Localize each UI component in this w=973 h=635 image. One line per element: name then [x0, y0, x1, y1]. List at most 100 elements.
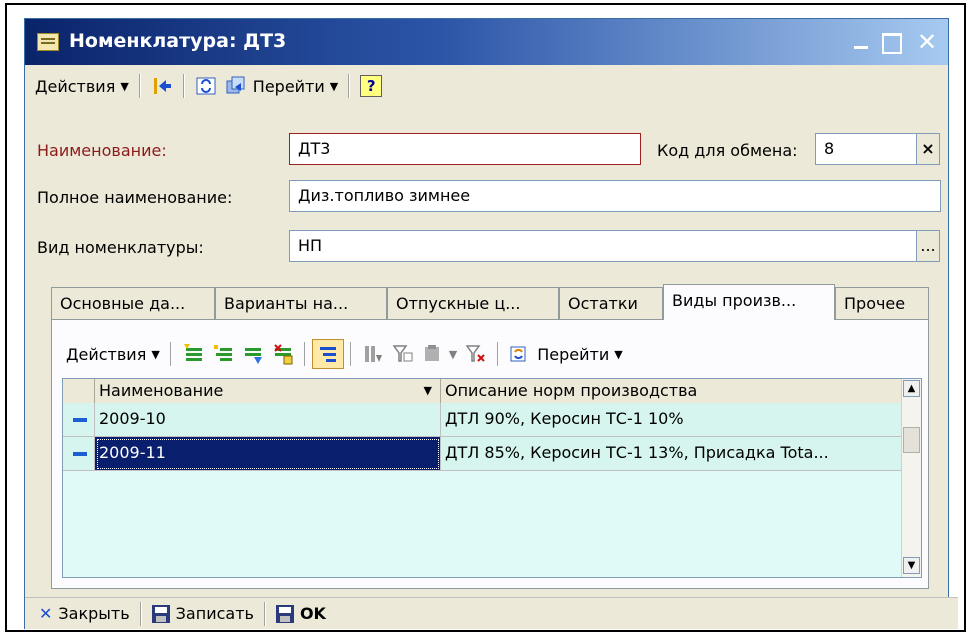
table-empty-area	[63, 471, 903, 577]
table-row[interactable]: 2009-11 ДТЛ 85%, Керосин ТС-1 13%, Приса…	[63, 437, 903, 471]
cell-name[interactable]: 2009-10	[95, 403, 441, 437]
arrow-left-icon	[153, 78, 171, 94]
ok-button[interactable]: OK	[272, 600, 330, 628]
toolbar-separator	[182, 74, 185, 98]
dropdown-arrow-icon: ▼	[151, 347, 160, 361]
cell-description[interactable]: ДТЛ 90%, Керосин ТС-1 10%	[441, 403, 903, 437]
save-and-close-icon	[275, 604, 294, 623]
column-header-name[interactable]: Наименование ▼	[95, 379, 441, 403]
tab-stock[interactable]: Остатки	[559, 287, 663, 319]
toolbar-separator	[169, 342, 172, 366]
table-goto-label: Перейти	[537, 344, 610, 364]
dropdown-arrow-icon: ▼	[120, 79, 129, 93]
help-button[interactable]: ?	[356, 72, 386, 100]
actions-menu-button[interactable]: Действия ▼	[31, 72, 133, 100]
tab-prices[interactable]: Отпускные ц...	[387, 287, 559, 319]
sort-arrow-icon: ▼	[423, 384, 432, 397]
tab-other[interactable]: Прочее	[835, 287, 929, 319]
maximize-button[interactable]	[882, 33, 902, 54]
scroll-up-icon[interactable]: ▲	[903, 380, 920, 397]
sort-button[interactable]	[358, 340, 388, 368]
filter-settings-icon	[424, 345, 439, 361]
row-marker-icon	[63, 403, 95, 437]
scroll-down-icon[interactable]: ▼	[903, 557, 920, 574]
dropdown-arrow-icon: ▼	[329, 79, 339, 93]
toolbar-separator	[263, 601, 266, 626]
close-label: Закрыть	[58, 604, 130, 623]
clear-filter-icon	[465, 345, 485, 362]
table-actions-label: Действия	[66, 344, 147, 364]
goto-menu-button[interactable]: Перейти ▼	[221, 72, 342, 100]
table-scrollbar[interactable]: ▲ ▼	[901, 379, 921, 577]
hierarchy-toggle-button[interactable]	[311, 339, 344, 369]
delete-row-button[interactable]	[268, 340, 298, 368]
actions-label: Действия	[35, 76, 116, 96]
table-row[interactable]: 2009-10 ДТЛ 90%, Керосин ТС-1 10%	[63, 403, 903, 437]
table-actions-menu-button[interactable]: Действия ▼	[62, 340, 164, 368]
marker-column-header	[63, 379, 95, 403]
sort-icon	[364, 346, 382, 362]
tab-variants[interactable]: Варианты на...	[215, 287, 387, 319]
goto-label: Перейти	[252, 76, 325, 96]
toolbar-separator	[303, 342, 306, 366]
goto-icon	[510, 346, 526, 362]
add-row-icon	[183, 344, 202, 361]
refresh-icon	[196, 77, 216, 95]
toolbar-separator	[348, 74, 351, 98]
add-row-button[interactable]	[178, 340, 208, 368]
toolbar-separator	[497, 342, 500, 366]
type-label: Вид номенклатуры:	[37, 238, 204, 257]
column-header-name-label: Наименование	[99, 381, 224, 400]
toolbar-separator	[139, 601, 142, 626]
bottom-command-bar: ✕ Закрыть Записать OK	[25, 597, 958, 629]
form-icon	[37, 33, 59, 51]
filter-by-value-button[interactable]	[388, 340, 418, 368]
copy-row-icon	[244, 348, 262, 364]
select-type-button[interactable]: ...	[916, 230, 940, 262]
delete-row-icon	[274, 344, 293, 365]
refresh-button[interactable]	[191, 72, 221, 100]
tab-production-types[interactable]: Виды произв...	[663, 284, 835, 320]
minimize-button[interactable]	[854, 28, 868, 49]
clear-exchange-code-button[interactable]: ×	[916, 133, 940, 165]
nomenclature-window: Номенклатура: ДТ3 ✕ Действия ▼ Перейти ▼…	[24, 18, 958, 629]
type-input[interactable]: НП	[289, 230, 917, 262]
name-label: Наименование:	[37, 141, 167, 160]
table-toolbar: Действия ▼ ▼ Перейти ▼	[62, 338, 627, 370]
window-title: Номенклатура: ДТ3	[69, 30, 287, 52]
save-label: Записать	[175, 604, 254, 623]
filter-menu-button[interactable]: ▼	[418, 340, 461, 368]
toolbar-separator	[138, 74, 141, 98]
row-marker-icon	[63, 437, 95, 471]
clear-filter-button[interactable]	[461, 340, 491, 368]
column-header-description[interactable]: Описание норм производства	[441, 379, 903, 403]
full-name-input[interactable]: Диз.топливо зимнее	[289, 180, 941, 212]
cell-name-selected[interactable]: 2009-11	[95, 437, 441, 471]
save-button[interactable]: Записать	[148, 600, 258, 628]
filter-icon	[392, 345, 413, 362]
cell-description[interactable]: ДТЛ 85%, Керосин ТС-1 13%, Присадка Tota…	[441, 437, 903, 471]
goto-icon	[226, 76, 245, 94]
close-icon: ✕	[39, 604, 53, 623]
add-child-row-button[interactable]	[208, 340, 238, 368]
full-name-label: Полное наименование:	[37, 188, 233, 207]
production-types-table[interactable]: Наименование ▼ Описание норм производств…	[62, 378, 922, 578]
dropdown-arrow-icon: ▼	[614, 347, 623, 361]
add-child-row-icon	[213, 345, 232, 361]
name-input[interactable]: ДТ3	[289, 133, 641, 165]
dropdown-arrow-icon: ▼	[448, 347, 458, 361]
title-bar[interactable]: Номенклатура: ДТ3 ✕	[25, 19, 948, 65]
help-icon: ?	[360, 75, 383, 97]
close-button[interactable]: ✕ Закрыть	[35, 600, 134, 628]
back-button[interactable]	[147, 72, 177, 100]
tab-panel-production-types: Действия ▼ ▼ Перейти ▼ Наименование ▼ Оп…	[51, 319, 929, 589]
toolbar-separator	[349, 342, 352, 366]
table-header: Наименование ▼ Описание норм производств…	[63, 379, 903, 404]
copy-row-button[interactable]	[238, 340, 268, 368]
close-window-button[interactable]: ✕	[916, 28, 938, 56]
table-goto-menu-button[interactable]: Перейти ▼	[505, 340, 626, 368]
tab-main-data[interactable]: Основные да...	[51, 287, 215, 319]
scroll-thumb[interactable]	[903, 427, 920, 453]
exchange-code-input[interactable]: 8	[815, 133, 917, 165]
exchange-code-label: Код для обмена:	[657, 141, 798, 160]
